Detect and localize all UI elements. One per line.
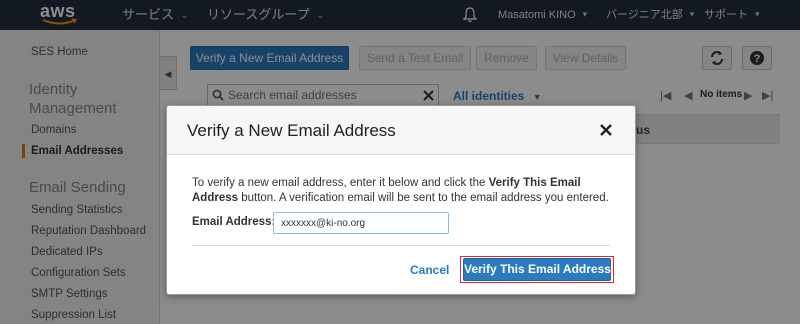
dialog-description-pre: To verify a new email address, enter it … bbox=[192, 177, 489, 189]
dialog-divider bbox=[192, 245, 610, 246]
verify-email-dialog: Verify a New Email Address To verify a n… bbox=[166, 105, 636, 295]
dialog-description-post: button. A verification email will be sen… bbox=[238, 192, 609, 204]
verify-this-email-button[interactable]: Verify This Email Address bbox=[463, 258, 611, 281]
cancel-button[interactable]: Cancel bbox=[410, 263, 449, 277]
dialog-description: To verify a new email address, enter it … bbox=[192, 176, 622, 206]
email-address-label: Email Address: bbox=[192, 216, 276, 228]
dialog-header: Verify a New Email Address bbox=[167, 106, 635, 155]
close-icon[interactable] bbox=[599, 123, 613, 137]
email-address-input[interactable] bbox=[273, 212, 449, 234]
dialog-title: Verify a New Email Address bbox=[187, 121, 396, 140]
